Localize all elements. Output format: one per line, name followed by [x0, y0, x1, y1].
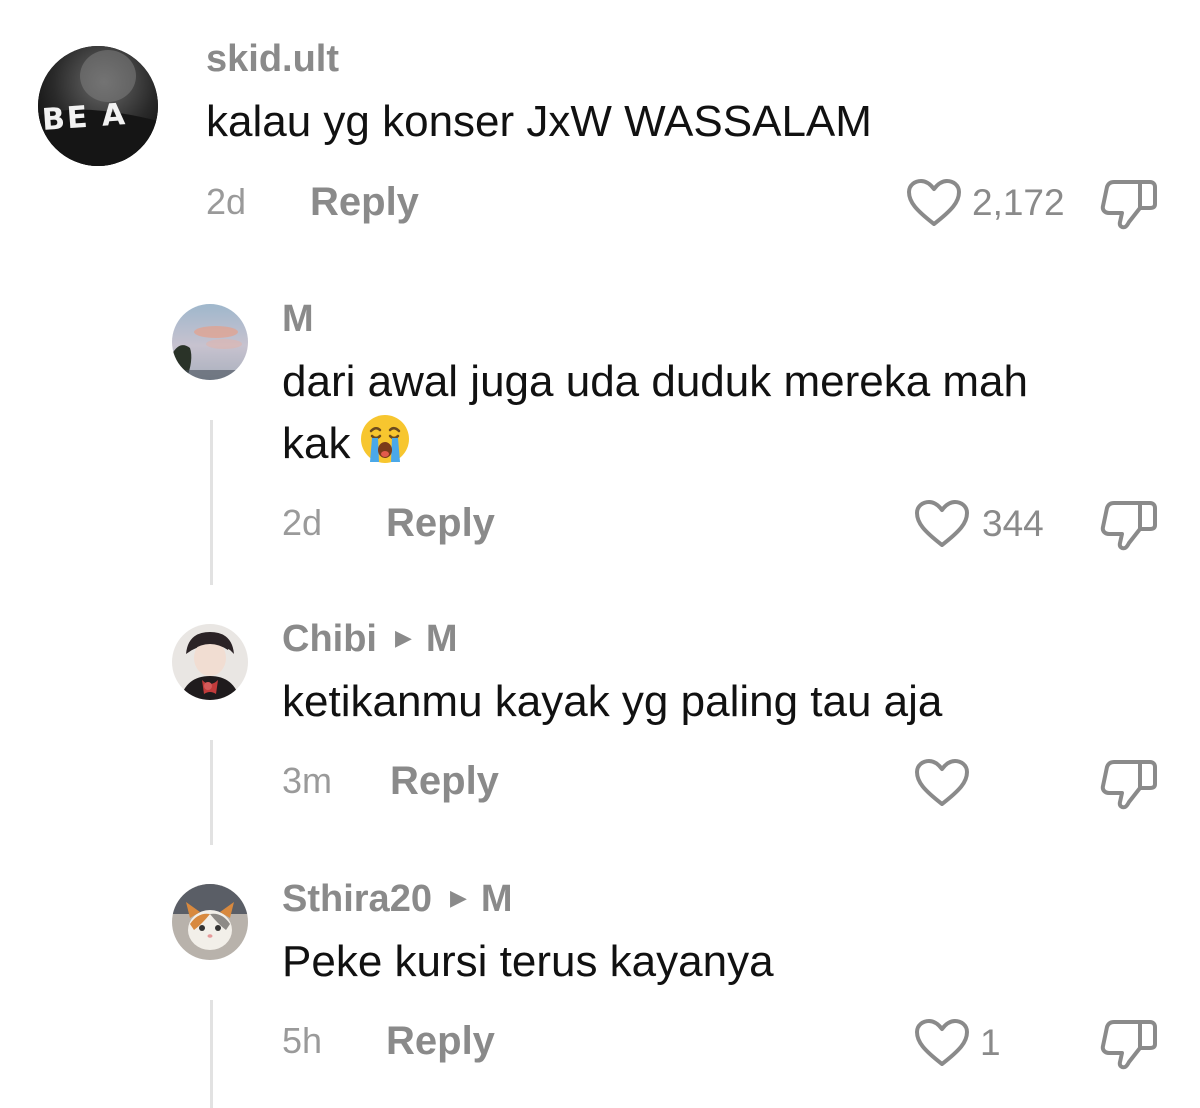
reply-button[interactable]: Reply	[386, 1021, 495, 1061]
comment-time: 2d	[206, 181, 247, 222]
dislike-icon[interactable]	[1100, 1018, 1158, 1070]
comment-time: 2d	[282, 502, 323, 543]
comment-username[interactable]: Sthira20 ▶ M	[282, 880, 513, 918]
username-label[interactable]: skid.ult	[206, 38, 339, 80]
like-count: 1	[980, 1022, 1001, 1063]
avatar-image	[172, 884, 248, 960]
like-count: 344	[982, 503, 1044, 544]
reply-button[interactable]: Reply	[386, 503, 495, 543]
dislike-icon[interactable]	[1100, 178, 1158, 230]
comment-text: Peke kursi terus kayanya	[282, 937, 774, 986]
comment-username[interactable]: Chibi ▶ M	[282, 620, 458, 658]
comment-text-line-content: kak	[282, 419, 351, 468]
avatar-image	[172, 624, 248, 700]
avatar[interactable]	[172, 304, 248, 380]
avatar[interactable]: BE A	[38, 46, 158, 166]
like-count: 2,172	[972, 182, 1065, 223]
comment-text-line: kak	[282, 412, 1162, 482]
reply-button[interactable]: Reply	[390, 761, 499, 801]
comment-username[interactable]: M	[282, 300, 314, 338]
heart-icon[interactable]	[914, 758, 970, 808]
thread-line	[210, 420, 213, 585]
comment-text: dari awal juga uda duduk mereka mah kak	[282, 352, 1162, 482]
thread-line	[210, 740, 213, 845]
avatar-image	[172, 304, 248, 380]
comment-time: 5h	[282, 1020, 323, 1061]
avatar[interactable]	[172, 884, 248, 960]
comment-time: 3m	[282, 760, 333, 801]
reply-to-username[interactable]: M	[481, 878, 513, 920]
reply-arrow-icon: ▶	[449, 884, 467, 910]
heart-icon[interactable]	[914, 1018, 970, 1068]
username-label[interactable]: Sthira20	[282, 878, 432, 920]
reply-button[interactable]: Reply	[310, 182, 419, 222]
thread-line	[210, 1000, 213, 1108]
comment-text-line: dari awal juga uda duduk mereka mah	[282, 357, 1029, 406]
reply-arrow-icon: ▶	[394, 624, 412, 650]
username-label[interactable]: Chibi	[282, 618, 377, 660]
dislike-icon[interactable]	[1100, 499, 1158, 551]
username-label[interactable]: M	[282, 298, 314, 340]
avatar-print-text: BE A	[40, 97, 129, 138]
avatar[interactable]	[172, 624, 248, 700]
comment-text: ketikanmu kayak yg paling tau aja	[282, 677, 943, 726]
dislike-icon[interactable]	[1100, 758, 1158, 810]
comment-username[interactable]: skid.ult	[206, 40, 339, 78]
reply-to-username[interactable]: M	[426, 618, 458, 660]
loudly-crying-face-icon	[358, 412, 412, 482]
comment-text: kalau yg konser JxW WASSALAM	[206, 97, 872, 146]
heart-icon[interactable]	[906, 178, 962, 228]
heart-icon[interactable]	[914, 499, 970, 549]
